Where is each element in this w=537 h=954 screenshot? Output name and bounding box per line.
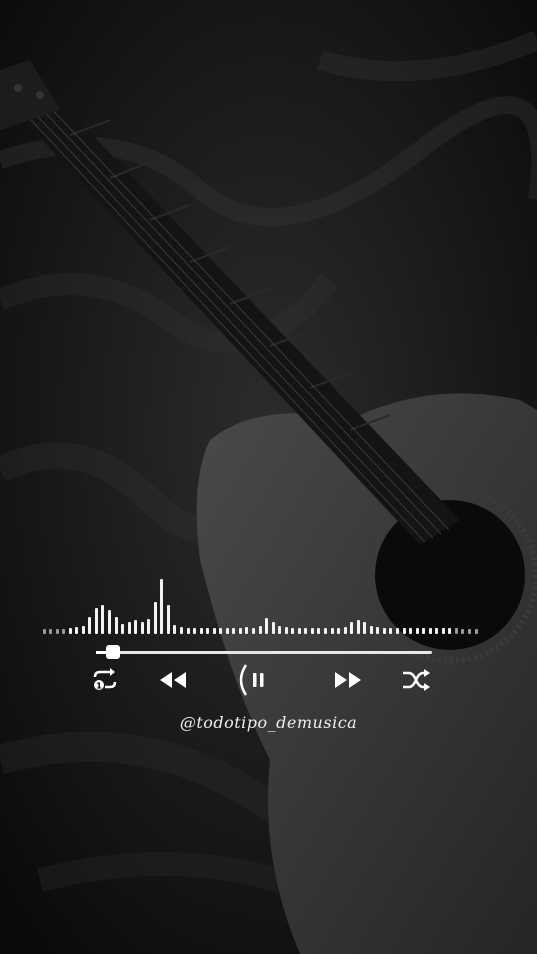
visualizer-bar <box>297 628 301 634</box>
progress-thumb[interactable] <box>106 645 121 659</box>
account-handle: @todotipo_demusica <box>179 713 358 732</box>
visualizer-bar <box>121 623 125 634</box>
visualizer-bar <box>304 628 308 634</box>
visualizer-bar <box>160 578 164 634</box>
visualizer-bar <box>448 628 452 634</box>
visualizer-bar <box>467 629 471 634</box>
visualizer-bar <box>212 628 216 634</box>
fast-forward-icon <box>335 672 361 688</box>
visualizer-bar <box>179 627 183 634</box>
visualizer-bar <box>251 628 255 634</box>
progress-fill <box>96 651 107 654</box>
rewind-icon <box>160 672 186 688</box>
visualizer-bar <box>271 622 275 634</box>
visualizer-bar <box>107 609 111 634</box>
visualizer-bar <box>356 620 360 634</box>
visualizer-bar <box>238 628 242 634</box>
visualizer-bar <box>422 628 426 634</box>
pause-icon <box>239 664 264 696</box>
visualizer-bar <box>127 622 131 634</box>
visualizer-bar <box>265 617 269 634</box>
visualizer-bar <box>62 629 66 634</box>
visualizer-bar <box>245 627 249 634</box>
visualizer-bar <box>173 624 177 634</box>
visualizer-bar <box>395 628 399 634</box>
shuffle-icon <box>403 669 430 691</box>
visualizer-bar <box>101 605 105 634</box>
visualizer-bar <box>415 628 419 634</box>
visualizer-bar <box>68 628 72 634</box>
previous-button[interactable] <box>155 664 191 696</box>
visualizer-bar <box>474 629 478 634</box>
visualizer-bar <box>88 616 92 634</box>
visualizer-bar <box>81 625 85 634</box>
visualizer-bar <box>291 628 295 634</box>
visualizer-bar <box>363 622 367 634</box>
svg-text:1: 1 <box>96 682 102 691</box>
visualizer-bar <box>49 629 53 634</box>
visualizer-bar <box>75 627 79 634</box>
visualizer-bar <box>382 628 386 634</box>
visualizer-bar <box>350 622 354 634</box>
guitar-background-image <box>0 0 537 954</box>
visualizer-bar <box>402 628 406 634</box>
visualizer-bar <box>193 628 197 634</box>
visualizer-bar <box>317 628 321 634</box>
visualizer-bar <box>225 628 229 634</box>
visualizer-bar <box>461 629 465 634</box>
visualizer-bar <box>153 602 157 634</box>
visualizer-bar <box>186 628 190 634</box>
visualizer-bar <box>330 628 334 634</box>
visualizer-bar <box>323 628 327 634</box>
visualizer-bar <box>134 619 138 634</box>
story-screen: 1 @todotipo_demusica <box>0 0 537 954</box>
visualizer-bar <box>278 625 282 634</box>
visualizer-bar <box>147 618 151 634</box>
visualizer-bar <box>219 628 223 634</box>
visualizer-bar <box>441 628 445 634</box>
visualizer-bar <box>140 622 144 634</box>
visualizer-bar <box>199 628 203 634</box>
repeat-button[interactable]: 1 <box>87 664 123 696</box>
visualizer-bar <box>114 616 118 634</box>
visualizer-bar <box>428 628 432 634</box>
visualizer-bar <box>337 628 341 634</box>
visualizer-bar <box>166 605 170 634</box>
visualizer-bar <box>454 628 458 634</box>
visualizer-bar <box>55 629 59 634</box>
play-pause-button[interactable] <box>238 664 274 696</box>
visualizer-bar <box>258 625 262 634</box>
visualizer-bar <box>369 625 373 634</box>
next-button[interactable] <box>330 664 366 696</box>
visualizer-bar <box>435 628 439 634</box>
visualizer-bar <box>409 628 413 634</box>
visualizer-bar <box>42 629 46 634</box>
progress-bar[interactable] <box>96 645 432 659</box>
audio-visualizer <box>0 570 537 640</box>
visualizer-bar <box>376 627 380 634</box>
visualizer-bar <box>343 627 347 634</box>
visualizer-bar <box>310 628 314 634</box>
visualizer-bar <box>94 607 98 634</box>
repeat-one-icon: 1 <box>93 668 117 691</box>
visualizer-bar <box>206 628 210 634</box>
visualizer-bar <box>389 628 393 634</box>
visualizer-bar <box>284 627 288 634</box>
shuffle-button[interactable] <box>398 664 434 696</box>
visualizer-bar <box>232 628 236 634</box>
